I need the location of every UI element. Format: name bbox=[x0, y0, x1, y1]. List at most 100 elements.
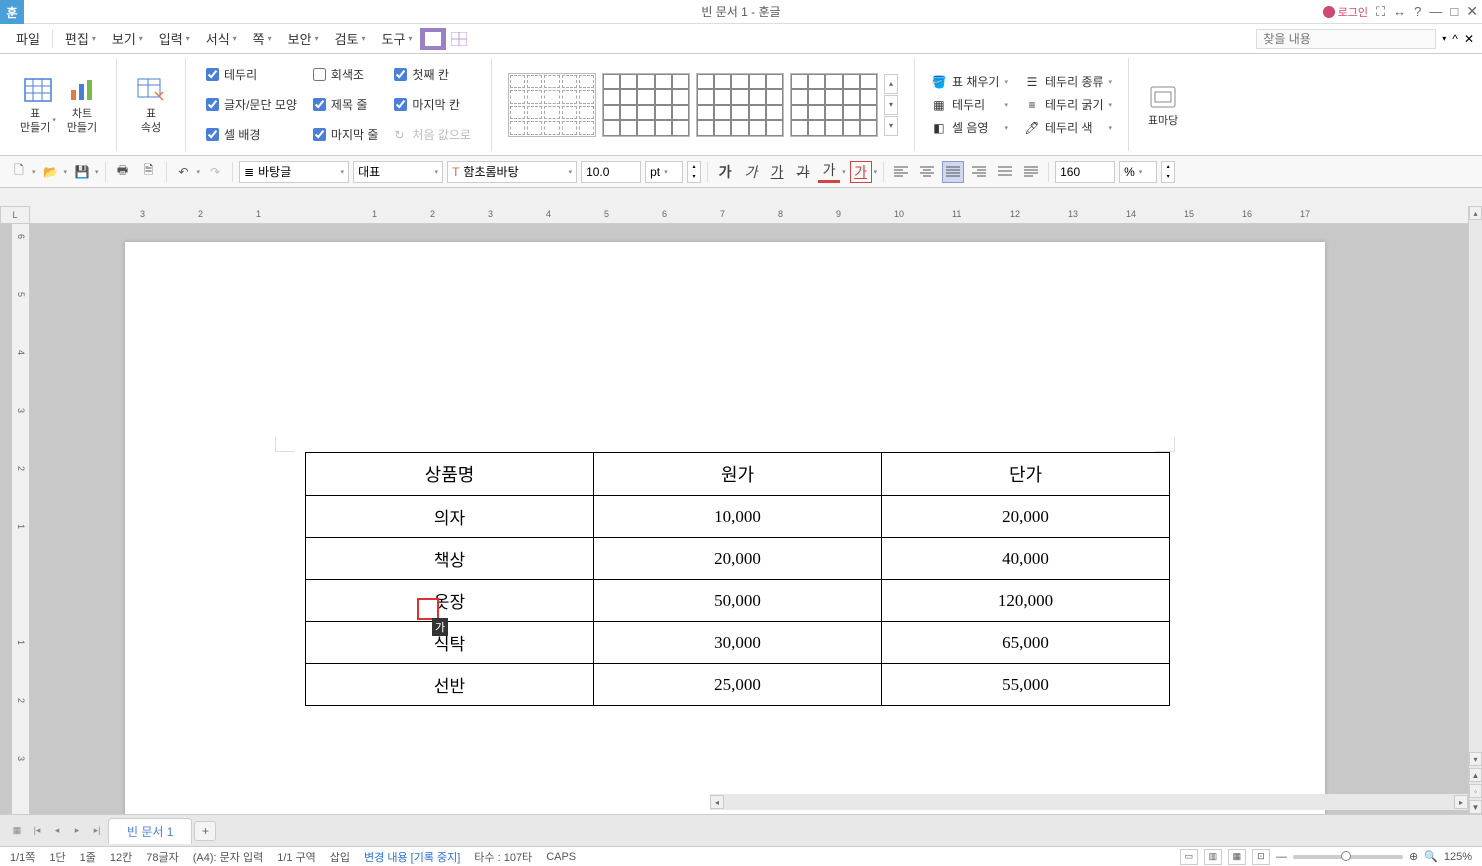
rep-combo[interactable]: 대표▾ bbox=[353, 161, 443, 183]
check-border[interactable]: 테두리 bbox=[204, 63, 299, 86]
preview-button[interactable]: 🗎 bbox=[138, 161, 160, 183]
align-left-button[interactable] bbox=[890, 161, 912, 183]
help-icon[interactable]: ? bbox=[1414, 4, 1421, 19]
zoom-out-button[interactable]: — bbox=[1276, 851, 1287, 863]
table-fill-button[interactable]: 🪣표 채우기▾ bbox=[931, 73, 1008, 90]
table-cell[interactable]: 20,000 bbox=[882, 496, 1170, 538]
paragraph-style-combo[interactable]: ≣바탕글▾ bbox=[239, 161, 349, 183]
menu-tools[interactable]: 도구▾ bbox=[374, 25, 421, 52]
save-button[interactable]: 💾 bbox=[71, 161, 93, 183]
linespace-up-button[interactable]: ▴ bbox=[1162, 162, 1174, 172]
scroll-down-button[interactable]: ▾ bbox=[1469, 752, 1482, 766]
menu-review[interactable]: 검토▾ bbox=[327, 25, 374, 52]
check-last-col[interactable]: 마지막 칸 bbox=[392, 93, 473, 116]
table-cell[interactable]: 식탁 bbox=[306, 622, 594, 664]
minimize-button[interactable]: — bbox=[1429, 4, 1442, 19]
table-cell[interactable]: 50,000 bbox=[594, 580, 882, 622]
table-cell[interactable]: 40,000 bbox=[882, 538, 1170, 580]
tab-prev-button[interactable]: ◂ bbox=[48, 822, 66, 840]
align-center-button[interactable] bbox=[916, 161, 938, 183]
page-up-button[interactable]: ▲ bbox=[1469, 768, 1482, 782]
unit-combo[interactable]: pt▾ bbox=[645, 161, 683, 183]
align-justify-button[interactable] bbox=[942, 161, 964, 183]
table-cell[interactable]: 30,000 bbox=[594, 622, 882, 664]
expand-icon[interactable]: ⛶ bbox=[1376, 4, 1385, 20]
strike-button[interactable]: 가 bbox=[792, 161, 814, 183]
table-cell[interactable]: 25,000 bbox=[594, 664, 882, 706]
table-cell[interactable]: 의자 bbox=[306, 496, 594, 538]
undo-button[interactable]: ↶ bbox=[173, 161, 195, 183]
document-table[interactable]: 상품명 원가 단가 의자 10,000 20,000 책상 20,000 40,… bbox=[305, 452, 1170, 706]
search-dropdown-icon[interactable]: ▾ bbox=[1442, 34, 1446, 43]
status-track-changes[interactable]: 변경 내용 [기록 중지] bbox=[364, 849, 460, 865]
dropdown-icon[interactable]: ▾ bbox=[197, 168, 201, 176]
check-cell-bg[interactable]: 셀 배경 bbox=[204, 123, 299, 146]
make-table-button[interactable]: 표 만들기▾ bbox=[16, 72, 60, 136]
border-kind-button[interactable]: ☰테두리 종류▾ bbox=[1024, 73, 1112, 90]
align-full-button[interactable] bbox=[1020, 161, 1042, 183]
login-button[interactable]: 로그인 bbox=[1323, 4, 1368, 20]
font-combo[interactable]: T함초롬바탕▾ bbox=[447, 161, 577, 183]
document-tab[interactable]: 빈 문서 1 bbox=[108, 818, 192, 844]
status-chars[interactable]: 78글자 bbox=[146, 849, 178, 865]
gallery-up-button[interactable]: ▴ bbox=[884, 74, 898, 94]
italic-button[interactable]: 가 bbox=[740, 161, 762, 183]
table-style-item[interactable] bbox=[602, 73, 690, 137]
font-size-input[interactable]: 10.0 bbox=[581, 161, 641, 183]
table-cell[interactable]: 10,000 bbox=[594, 496, 882, 538]
table-cell[interactable]: 책상 bbox=[306, 538, 594, 580]
close-button[interactable]: ✕ bbox=[1466, 3, 1478, 20]
object-select-button[interactable]: ◦ bbox=[1469, 784, 1482, 798]
tab-next-button[interactable]: ▸ bbox=[68, 822, 86, 840]
view-mode-1-button[interactable]: ▭ bbox=[1180, 849, 1198, 865]
table-gallery-button[interactable]: 표마당 bbox=[1141, 79, 1185, 130]
menu-file[interactable]: 파일 bbox=[8, 25, 48, 52]
hscroll-right-button[interactable]: ▸ bbox=[1454, 795, 1468, 809]
table-properties-button[interactable]: 표 속성 bbox=[129, 72, 173, 136]
bold-button[interactable]: 가 bbox=[714, 161, 736, 183]
table-cell[interactable]: 옷장 bbox=[306, 580, 594, 622]
scroll-up-button[interactable]: ▴ bbox=[1469, 206, 1482, 220]
view-mode-2-button[interactable]: ▥ bbox=[1204, 849, 1222, 865]
make-chart-button[interactable]: 차트 만들기 bbox=[60, 72, 104, 136]
border-button[interactable]: ▦테두리▾ bbox=[931, 96, 1008, 113]
gallery-down-button[interactable]: ▾ bbox=[884, 95, 898, 115]
cell-shadow-button[interactable]: ◧셀 음영▾ bbox=[931, 119, 1008, 136]
horizontal-ruler[interactable]: 3 2 1 1 2 3 4 5 6 7 8 9 10 11 12 13 14 1… bbox=[30, 206, 1468, 224]
menu-input[interactable]: 입력▾ bbox=[151, 25, 198, 52]
table-style-item[interactable] bbox=[508, 73, 596, 137]
ruler-corner[interactable]: L bbox=[0, 206, 30, 224]
page-down-button[interactable]: ▼ bbox=[1469, 800, 1482, 814]
horizontal-scrollbar[interactable]: ◂ ▸ bbox=[710, 794, 1468, 810]
table-cell[interactable]: 65,000 bbox=[882, 622, 1170, 664]
tab-last-button[interactable]: ▸| bbox=[88, 822, 106, 840]
tab-first-button[interactable]: |◂ bbox=[28, 822, 46, 840]
vertical-scrollbar[interactable]: ▴ ▾ ▲ ◦ ▼ bbox=[1468, 206, 1482, 814]
hscroll-left-button[interactable]: ◂ bbox=[710, 795, 724, 809]
status-mode[interactable]: 삽입 bbox=[330, 849, 350, 865]
check-title-row[interactable]: 제목 줄 bbox=[311, 93, 381, 116]
tab-list-button[interactable]: ▦ bbox=[8, 822, 26, 840]
table-style-item[interactable] bbox=[696, 73, 784, 137]
menu-view[interactable]: 보기▾ bbox=[104, 25, 151, 52]
border-weight-button[interactable]: ≡테두리 굵기▾ bbox=[1024, 96, 1112, 113]
check-last-row[interactable]: 마지막 줄 bbox=[311, 123, 381, 146]
add-tab-button[interactable]: + bbox=[194, 821, 216, 841]
border-color-button[interactable]: 🖊테두리 색▾ bbox=[1024, 119, 1112, 136]
status-caps[interactable]: CAPS bbox=[546, 851, 576, 863]
open-button[interactable]: 📂 bbox=[40, 161, 62, 183]
zoom-search-icon[interactable]: 🔍 bbox=[1424, 850, 1438, 863]
align-right-button[interactable] bbox=[968, 161, 990, 183]
dropdown-icon[interactable]: ▾ bbox=[842, 168, 846, 176]
pin-icon[interactable]: ↔ bbox=[1393, 4, 1406, 19]
maximize-button[interactable]: □ bbox=[1450, 4, 1458, 19]
dropdown-icon[interactable]: ▾ bbox=[64, 168, 68, 176]
status-paper[interactable]: (A4): 문자 입력 bbox=[193, 849, 263, 865]
view-mode-3-button[interactable]: ▦ bbox=[1228, 849, 1246, 865]
table-style-item[interactable] bbox=[790, 73, 878, 137]
check-first-col[interactable]: 첫째 칸 bbox=[392, 63, 473, 86]
check-grayscale[interactable]: 회색조 bbox=[311, 63, 381, 86]
dropdown-icon[interactable]: ▾ bbox=[32, 168, 36, 176]
table-cell[interactable]: 선반 bbox=[306, 664, 594, 706]
document-page[interactable]: 상품명 원가 단가 의자 10,000 20,000 책상 20,000 40,… bbox=[125, 242, 1325, 814]
